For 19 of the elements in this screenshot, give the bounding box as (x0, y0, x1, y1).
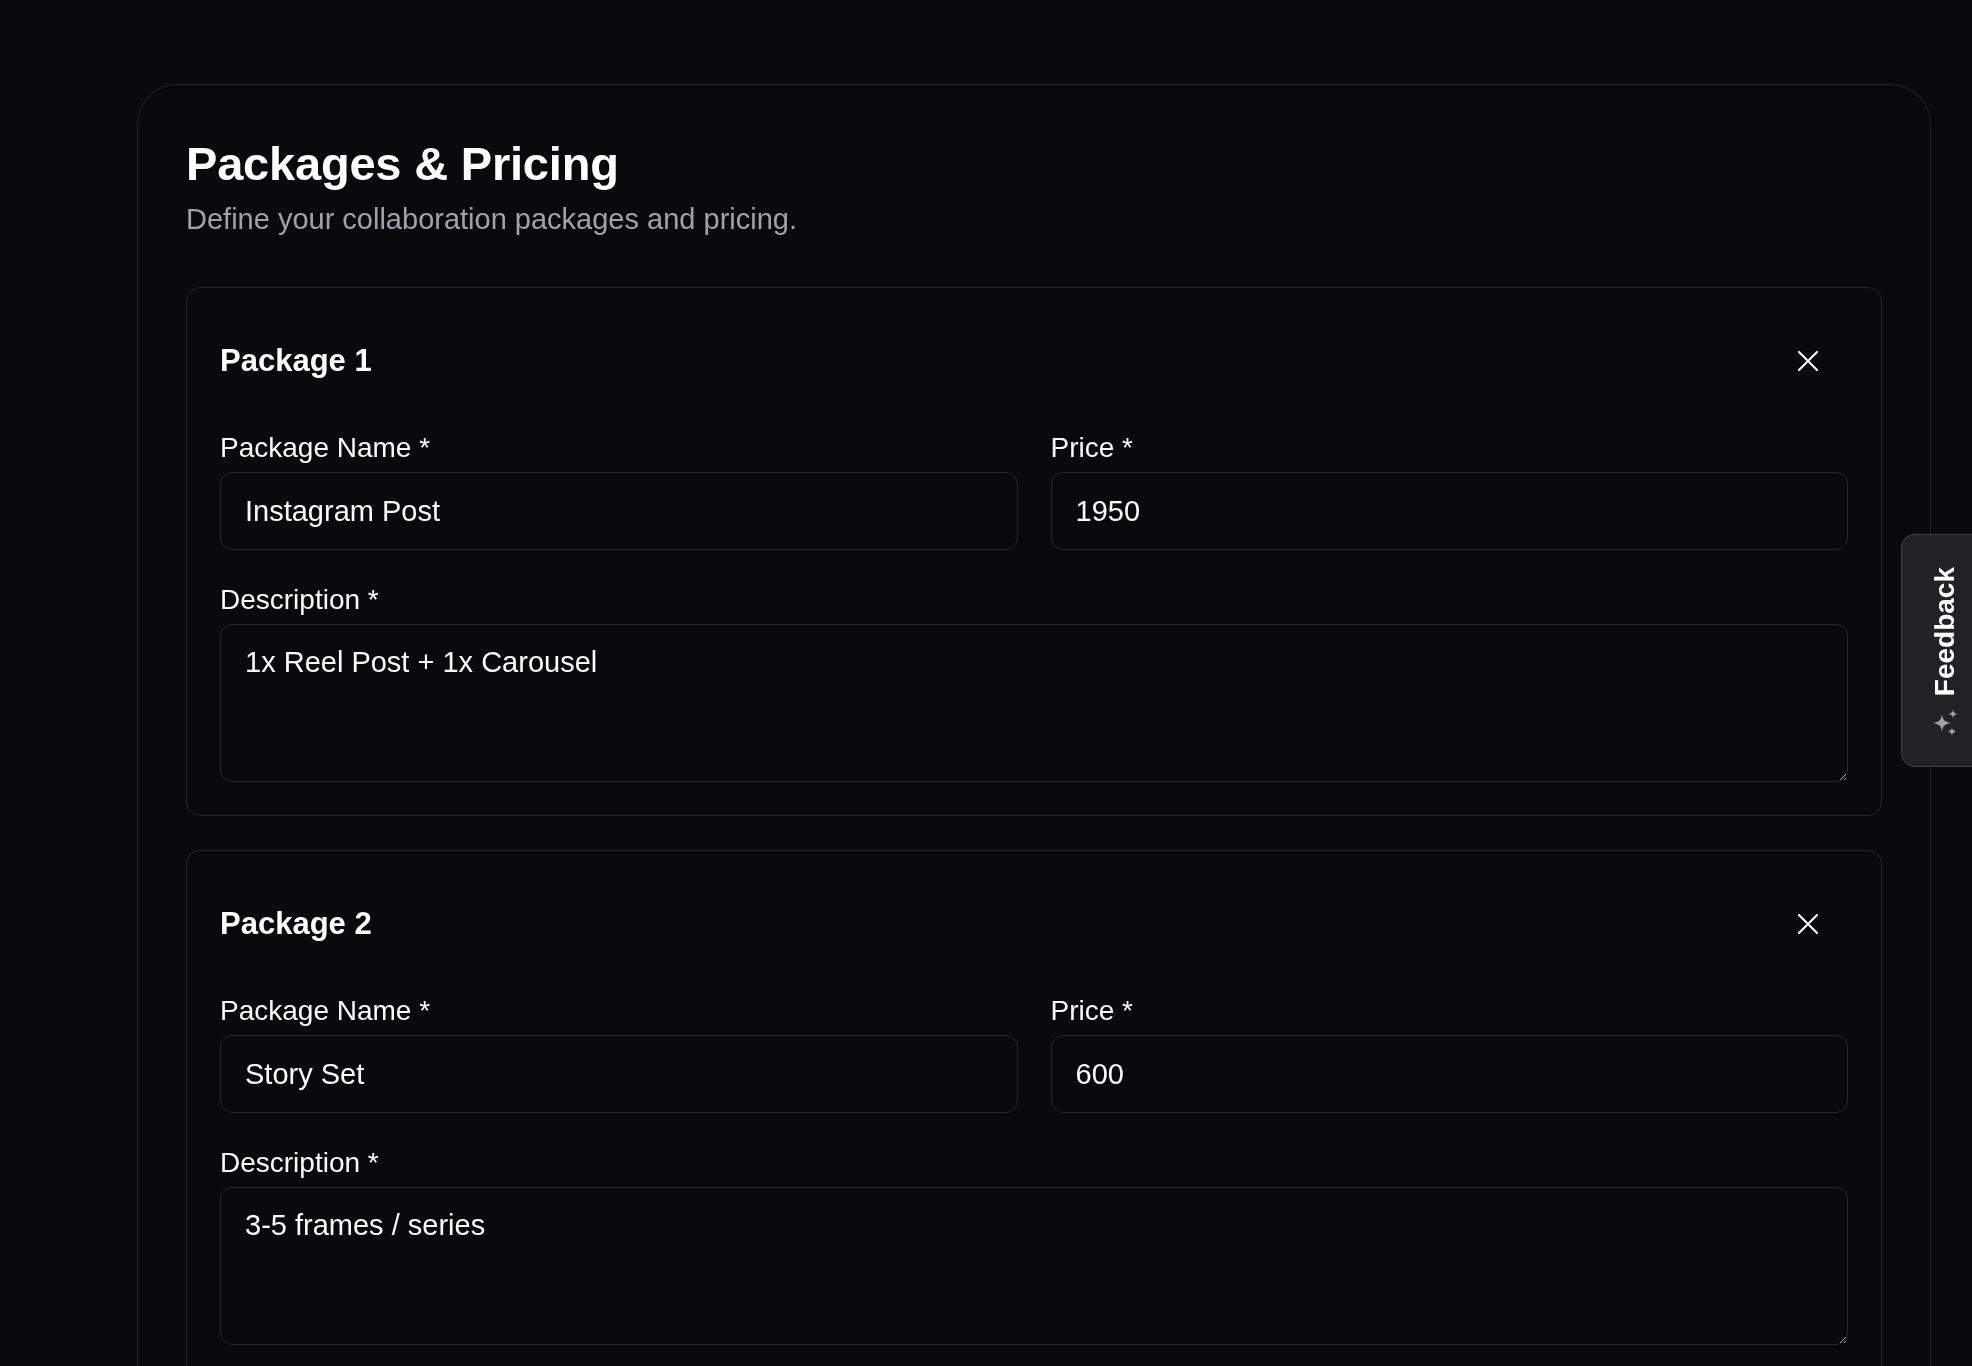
close-icon (1798, 914, 1818, 934)
close-icon (1798, 351, 1818, 371)
field-label: Description * (220, 583, 380, 617)
package-name-field[interactable]: Story Set (220, 1035, 1018, 1113)
field-label: Price * (1050, 431, 1134, 465)
field-label: Price * (1050, 994, 1134, 1028)
price-field[interactable]: 600 (1050, 1035, 1848, 1113)
package-name-field[interactable]: Instagram Post (220, 472, 1018, 550)
description-field[interactable]: 3-5 frames / series (220, 1187, 1848, 1345)
description-field[interactable]: 1x Reel Post + 1x Carousel (220, 624, 1848, 782)
package-heading: Package 1 (220, 342, 372, 380)
section-title: Packages & Pricing (186, 136, 620, 192)
field-label: Package Name * (220, 994, 432, 1028)
feedback-tab[interactable]: Feedback (1901, 534, 1972, 767)
section-subtitle: Define your collaboration packages and pricing. (186, 202, 798, 237)
field-label: Description * (220, 1146, 380, 1180)
field-label: Package Name * (220, 431, 432, 465)
package-heading: Package 2 (220, 905, 372, 943)
price-field[interactable]: 1950 (1050, 472, 1848, 550)
